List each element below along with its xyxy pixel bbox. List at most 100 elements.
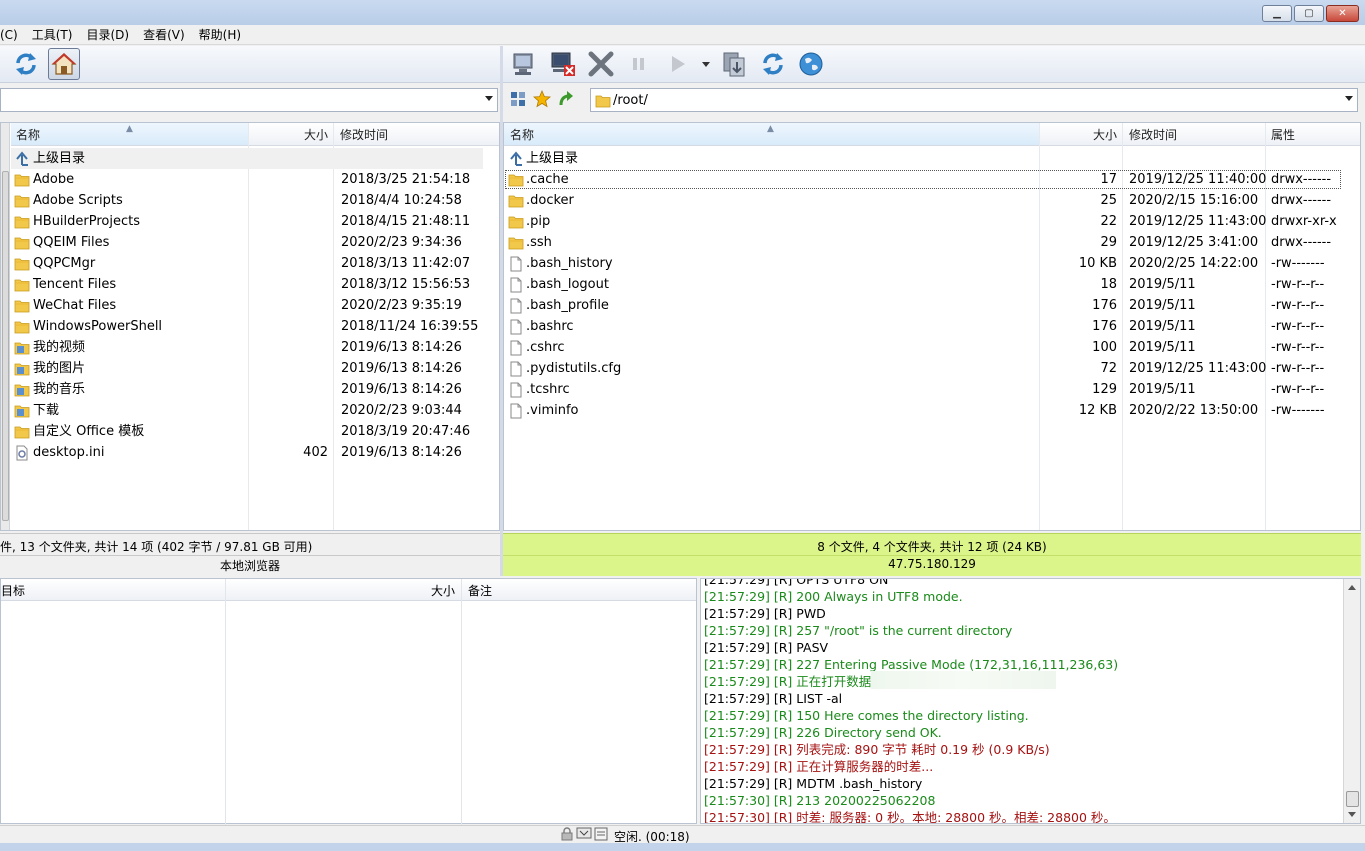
- log-scrollbar[interactable]: [1343, 579, 1360, 823]
- file-row[interactable]: .cache 17 2019/12/25 11:40:00 drwx------: [504, 169, 1360, 190]
- file-size: 129: [1092, 382, 1117, 397]
- file-row[interactable]: HBuilderProjects 2018/4/15 21:48:11: [11, 211, 499, 232]
- file-name: .bashrc: [526, 319, 574, 334]
- menu-item-directory[interactable]: 目录(D): [79, 26, 136, 43]
- file-row[interactable]: .pydistutils.cfg 72 2019/12/25 11:43:00 -rw…: [504, 358, 1360, 379]
- file-row[interactable]: 我的音乐 2019/6/13 8:14:26: [11, 379, 499, 400]
- column-header-target[interactable]: 目标: [1, 582, 25, 599]
- column-header-mtime[interactable]: 修改时间: [1122, 123, 1265, 146]
- file-row[interactable]: 下载 2020/2/23 9:03:44: [11, 400, 499, 421]
- file-row[interactable]: WindowsPowerShell 2018/11/24 16:39:55: [11, 316, 499, 337]
- local-scrollbar[interactable]: [1, 123, 10, 530]
- column-header-name[interactable]: 名称 ▲: [504, 123, 1039, 146]
- scroll-thumb[interactable]: [1346, 791, 1359, 807]
- file-attributes: -rw-r--r--: [1271, 340, 1325, 355]
- maximize-button[interactable]: ▢: [1294, 5, 1324, 22]
- column-header-name[interactable]: 名称 ▲: [11, 123, 248, 146]
- file-row[interactable]: 上级目录: [504, 148, 1360, 169]
- log-line: [21:57:29] [R] 200 Always in UTF8 mode.: [704, 589, 963, 604]
- start-transfer-button[interactable]: [661, 48, 693, 80]
- log-line: [21:57:29] [R] OPTS UTF8 ON: [704, 578, 889, 587]
- remote-path-combo[interactable]: /root/: [590, 88, 1358, 112]
- file-row[interactable]: Adobe Scripts 2018/4/4 10:24:58: [11, 190, 499, 211]
- file-name: 上级目录: [526, 151, 579, 166]
- file-row[interactable]: 我的图片 2019/6/13 8:14:26: [11, 358, 499, 379]
- file-row[interactable]: 自定义 Office 模板 2018/3/19 20:47:46: [11, 421, 499, 442]
- transfer-dropdown-button[interactable]: [699, 48, 713, 80]
- column-header-attributes[interactable]: 属性: [1265, 123, 1360, 146]
- menu-item-tools[interactable]: 工具(T): [25, 26, 80, 43]
- file-row[interactable]: .viminfo 12 KB 2020/2/22 13:50:00 -rw------…: [504, 400, 1360, 421]
- file-mtime: 2018/3/13 11:42:07: [341, 256, 471, 271]
- file-row[interactable]: 我的视频 2019/6/13 8:14:26: [11, 337, 499, 358]
- file-size: 402: [303, 445, 328, 460]
- log-line: [21:57:29] [R] MDTM .bash_history: [704, 776, 923, 791]
- file-row[interactable]: WeChat Files 2020/2/23 9:35:19: [11, 295, 499, 316]
- remote-path-text[interactable]: /root/: [613, 93, 648, 108]
- file-size: [248, 316, 328, 337]
- file-row[interactable]: Adobe 2018/3/25 21:54:18: [11, 169, 499, 190]
- go-up-icon[interactable]: [557, 90, 575, 108]
- file-row[interactable]: QQPCMgr 2018/3/13 11:42:07: [11, 253, 499, 274]
- local-file-list: 名称 ▲ 大小 修改时间 上级目录 Adobe 2018/3/25 21:54:18…: [0, 122, 500, 531]
- pause-button[interactable]: [623, 48, 655, 80]
- menu-item-c[interactable]: (C): [0, 28, 25, 42]
- stop-button[interactable]: [585, 48, 617, 80]
- file-row[interactable]: .bashrc 176 2019/5/11 -rw-r--r--: [504, 316, 1360, 337]
- folder-icon: [14, 279, 30, 292]
- menu-item-view[interactable]: 查看(V): [136, 26, 192, 43]
- folder-icon: [14, 174, 30, 187]
- file-row[interactable]: .bash_profile 176 2019/5/11 -rw-r--r--: [504, 295, 1360, 316]
- file-row[interactable]: .tcshrc 129 2019/5/11 -rw-r--r--: [504, 379, 1360, 400]
- file-row[interactable]: .bash_history 10 KB 2020/2/25 14:22:00 -rw-…: [504, 253, 1360, 274]
- file-size: 18: [1100, 277, 1117, 292]
- file-row[interactable]: Tencent Files 2018/3/12 15:56:53: [11, 274, 499, 295]
- scroll-down-icon[interactable]: [1348, 812, 1356, 817]
- file-mtime: 2019/12/25 11:43:00: [1129, 361, 1267, 376]
- queue-header: 目标 大小 备注: [1, 579, 696, 601]
- file-name: .pydistutils.cfg: [526, 361, 622, 376]
- queue-button[interactable]: [719, 48, 751, 80]
- favorites-star-icon[interactable]: [533, 90, 551, 108]
- column-header-size[interactable]: 大小: [1039, 123, 1122, 146]
- file-row[interactable]: .cshrc 100 2019/5/11 -rw-r--r--: [504, 337, 1360, 358]
- column-header-mtime[interactable]: 修改时间: [333, 123, 499, 146]
- browser-button[interactable]: [795, 48, 827, 80]
- folder-icon: [14, 300, 30, 313]
- column-divider: [225, 579, 226, 825]
- up-arrow-icon: [16, 151, 28, 166]
- refresh-local-button[interactable]: [10, 48, 42, 80]
- close-button[interactable]: ✕: [1326, 5, 1359, 22]
- file-size: 176: [1092, 298, 1117, 313]
- disconnect-button[interactable]: [547, 48, 579, 80]
- column-header-note[interactable]: 备注: [468, 582, 492, 599]
- scroll-up-icon[interactable]: [1348, 585, 1356, 590]
- chevron-down-icon[interactable]: [1345, 96, 1353, 101]
- queue-status-icon: [594, 827, 608, 841]
- file-row[interactable]: 上级目录: [11, 148, 483, 169]
- file-mtime: 2020/2/23 9:35:19: [341, 298, 462, 313]
- up-arrow-icon: [510, 151, 522, 166]
- menu-item-help[interactable]: 帮助(H): [192, 26, 248, 43]
- column-header-size[interactable]: 大小: [431, 582, 455, 599]
- site-manager-icon[interactable]: [509, 90, 527, 108]
- minimize-button[interactable]: ▁: [1262, 5, 1292, 22]
- file-row[interactable]: .pip 22 2019/12/25 11:43:00 drwxr-xr-x: [504, 211, 1360, 232]
- column-header-size[interactable]: 大小: [248, 123, 333, 146]
- file-row[interactable]: .ssh 29 2019/12/25 3:41:00 drwx------: [504, 232, 1360, 253]
- file-row[interactable]: QQEIM Files 2020/2/23 9:34:36: [11, 232, 499, 253]
- local-path-combo[interactable]: [0, 88, 498, 112]
- connect-button[interactable]: [509, 48, 541, 80]
- file-mtime: 2020/2/23 9:03:44: [341, 403, 462, 418]
- file-mtime: 2019/12/25 11:40:00: [1129, 172, 1267, 187]
- file-row[interactable]: desktop.ini 402 2019/6/13 8:14:26: [11, 442, 499, 463]
- home-button[interactable]: [48, 48, 80, 80]
- session-log[interactable]: [21:57:30] [R] 时差: 服务器: 0 秒。本地: 28800 秒。…: [700, 578, 1361, 824]
- scroll-thumb[interactable]: [2, 171, 9, 521]
- file-row[interactable]: .bash_logout 18 2019/5/11 -rw-r--r--: [504, 274, 1360, 295]
- log-line: [21:57:29] [R] 正在计算服务器的时差...: [704, 759, 934, 774]
- chevron-down-icon[interactable]: [485, 96, 493, 101]
- file-row[interactable]: .docker 25 2020/2/15 15:16:00 drwx------: [504, 190, 1360, 211]
- file-icon: [510, 319, 522, 335]
- refresh-remote-button[interactable]: [757, 48, 789, 80]
